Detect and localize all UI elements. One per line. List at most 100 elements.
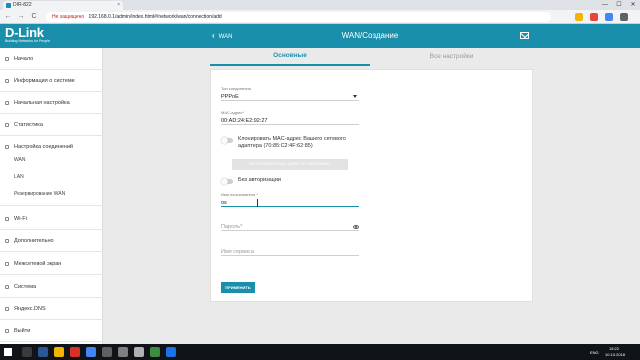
sidebar-subitem-lan[interactable]: LAN [0,169,103,185]
tab-all-settings[interactable]: Все настройки [370,48,533,66]
sidebar-item-label: Информация о системе [14,78,75,84]
sidebar-item-firewall[interactable]: Межсетевой экран [0,253,103,275]
sidebar-subitem-wan-backup[interactable]: Резервирование WAN [0,186,103,206]
page-title: WAN/Создание [341,31,399,40]
no-auth-label: Без авторизации [238,177,281,183]
windows-start-icon[interactable] [4,348,12,356]
chart-icon [5,123,9,127]
sidebar-item-advanced[interactable]: Дополнительно [0,230,103,252]
gear-icon [5,285,9,289]
sidebar-item-system-info[interactable]: Информация о системе [0,70,103,92]
mac-label: MAC-адрес* [221,110,244,115]
yandex-browser-icon[interactable] [54,347,64,357]
address-bar-row: ← → C Не защищено 192.168.0.1/admin/inde… [0,10,640,24]
chevron-down-icon[interactable] [353,95,357,98]
password-input[interactable]: Пароль* [221,223,359,231]
clone-mac-toggle[interactable] [221,137,233,144]
browser-tab[interactable]: DIR-822 × [3,1,123,10]
conn-type-select[interactable]: PPPoE [221,93,359,101]
clock-date[interactable]: 10.10.2018 [605,352,625,357]
sidebar-item-label: Межсетевой экран [14,261,62,267]
settings-tabs: Основные Все настройки [210,48,533,66]
chrome-icon[interactable] [86,347,96,357]
clock-time[interactable]: 15:22 [609,346,619,351]
browser-tab-bar: DIR-822 × — ☐ ✕ [0,0,640,10]
home-icon [5,57,9,61]
app-icon[interactable] [102,347,112,357]
security-warning[interactable]: Не защищено [52,14,84,20]
window-controls: — ☐ ✕ [598,0,640,10]
tab-basic[interactable]: Основные [210,48,370,66]
app-icon[interactable] [70,347,80,357]
back-to-wan-link[interactable]: ‹ WAN [212,24,232,48]
clone-mac-label-line2: адаптера (70:85:C2:4F:62:85) [238,143,313,149]
mail-icon[interactable] [520,32,529,39]
favicon-icon [6,3,11,8]
sidebar-item-label: Начальная настройка [14,100,70,106]
chevron-left-icon: ‹ [212,31,215,40]
sidebar-item-system[interactable]: Система [0,276,103,298]
dns-icon [5,307,9,311]
sidebar-item-initial-setup[interactable]: Начальная настройка [0,92,103,114]
firewall-icon [5,262,9,266]
sidebar-item-wifi[interactable]: Wi-Fi [0,208,103,230]
logo-text: D-Link [5,25,44,40]
eye-icon[interactable] [353,225,359,229]
sidebar-item-statistics[interactable]: Статистика [0,114,103,136]
minimize-button[interactable]: — [598,0,612,10]
taskbar: ENG 15:22 10.10.2018 [0,344,640,360]
advanced-icon [5,239,9,243]
url-input[interactable]: Не защищено 192.168.0.1/admin/index.html… [46,12,551,22]
app-icon[interactable] [134,347,144,357]
sidebar-subitem-wan[interactable]: WAN [0,152,103,168]
extension-icon[interactable] [575,13,583,21]
close-window-button[interactable]: ✕ [626,0,640,10]
username-label: Имя пользователя * [221,192,258,197]
info-icon [5,79,9,83]
extension-icon[interactable] [605,13,613,21]
forward-arrow-icon[interactable]: → [16,12,26,22]
maximize-button[interactable]: ☐ [612,0,626,10]
service-name-input[interactable]: Имя сервиса [221,248,359,256]
browser-tab-title: DIR-822 [13,2,32,8]
back-arrow-icon[interactable]: ← [3,12,13,22]
wifi-icon [5,217,9,221]
sidebar-item-label: Дополнительно [14,238,54,244]
text-cursor [257,199,258,207]
sidebar-item-label: Настройка соединений [14,144,73,150]
sidebar-item-label: Wi-Fi [14,216,27,222]
logout-icon [5,329,9,333]
search-icon[interactable] [22,347,32,357]
language-indicator[interactable]: ENG [590,350,599,355]
tab-close-icon[interactable]: × [117,1,120,10]
wizard-icon [5,101,9,105]
username-input[interactable]: os [221,199,359,207]
task-view-icon[interactable] [38,347,48,357]
conn-type-label: Тип соединения [221,86,251,91]
sidebar-item-label: Система [14,284,37,290]
dlink-logo[interactable]: D-Link Building Networks for People [5,25,85,45]
restore-mac-button[interactable]: ВОССТАНОВИТЬ MAC-АДРЕС ПО УМОЛЧАНИЮ [232,159,348,170]
apply-button[interactable]: ПРИМЕНИТЬ [221,282,255,293]
reload-icon[interactable]: C [29,12,39,22]
sidebar-item-label: Яндекс.DNS [14,306,46,312]
sidebar-item-logout[interactable]: Выйти [0,320,103,342]
sidebar-item-start[interactable]: Начало [0,48,103,70]
menu-icon[interactable] [620,13,628,21]
sidebar-item-yandex-dns[interactable]: Яндекс.DNS [0,298,103,320]
no-auth-toggle[interactable] [221,178,233,185]
mac-input[interactable]: 00:AD:24:E2:92:27 [221,117,359,125]
app-icon[interactable] [166,347,176,357]
sidebar-item-label: Выйти [14,328,31,334]
back-label: WAN [218,34,233,40]
app-icon[interactable] [150,347,160,357]
app-icon[interactable] [118,347,128,357]
logo-tagline: Building Networks for People [5,39,50,43]
url-text: 192.168.0.1/admin/index.html#/network/wa… [88,14,222,20]
sidebar-item-label: Начало [14,56,34,62]
network-icon [5,145,9,149]
form-card [210,69,533,302]
extension-icon[interactable] [590,13,598,21]
sidebar-item-label: Статистика [14,122,43,128]
clone-mac-label-line1: Клонировать MAC-адрес Вашего сетевого [238,136,346,142]
